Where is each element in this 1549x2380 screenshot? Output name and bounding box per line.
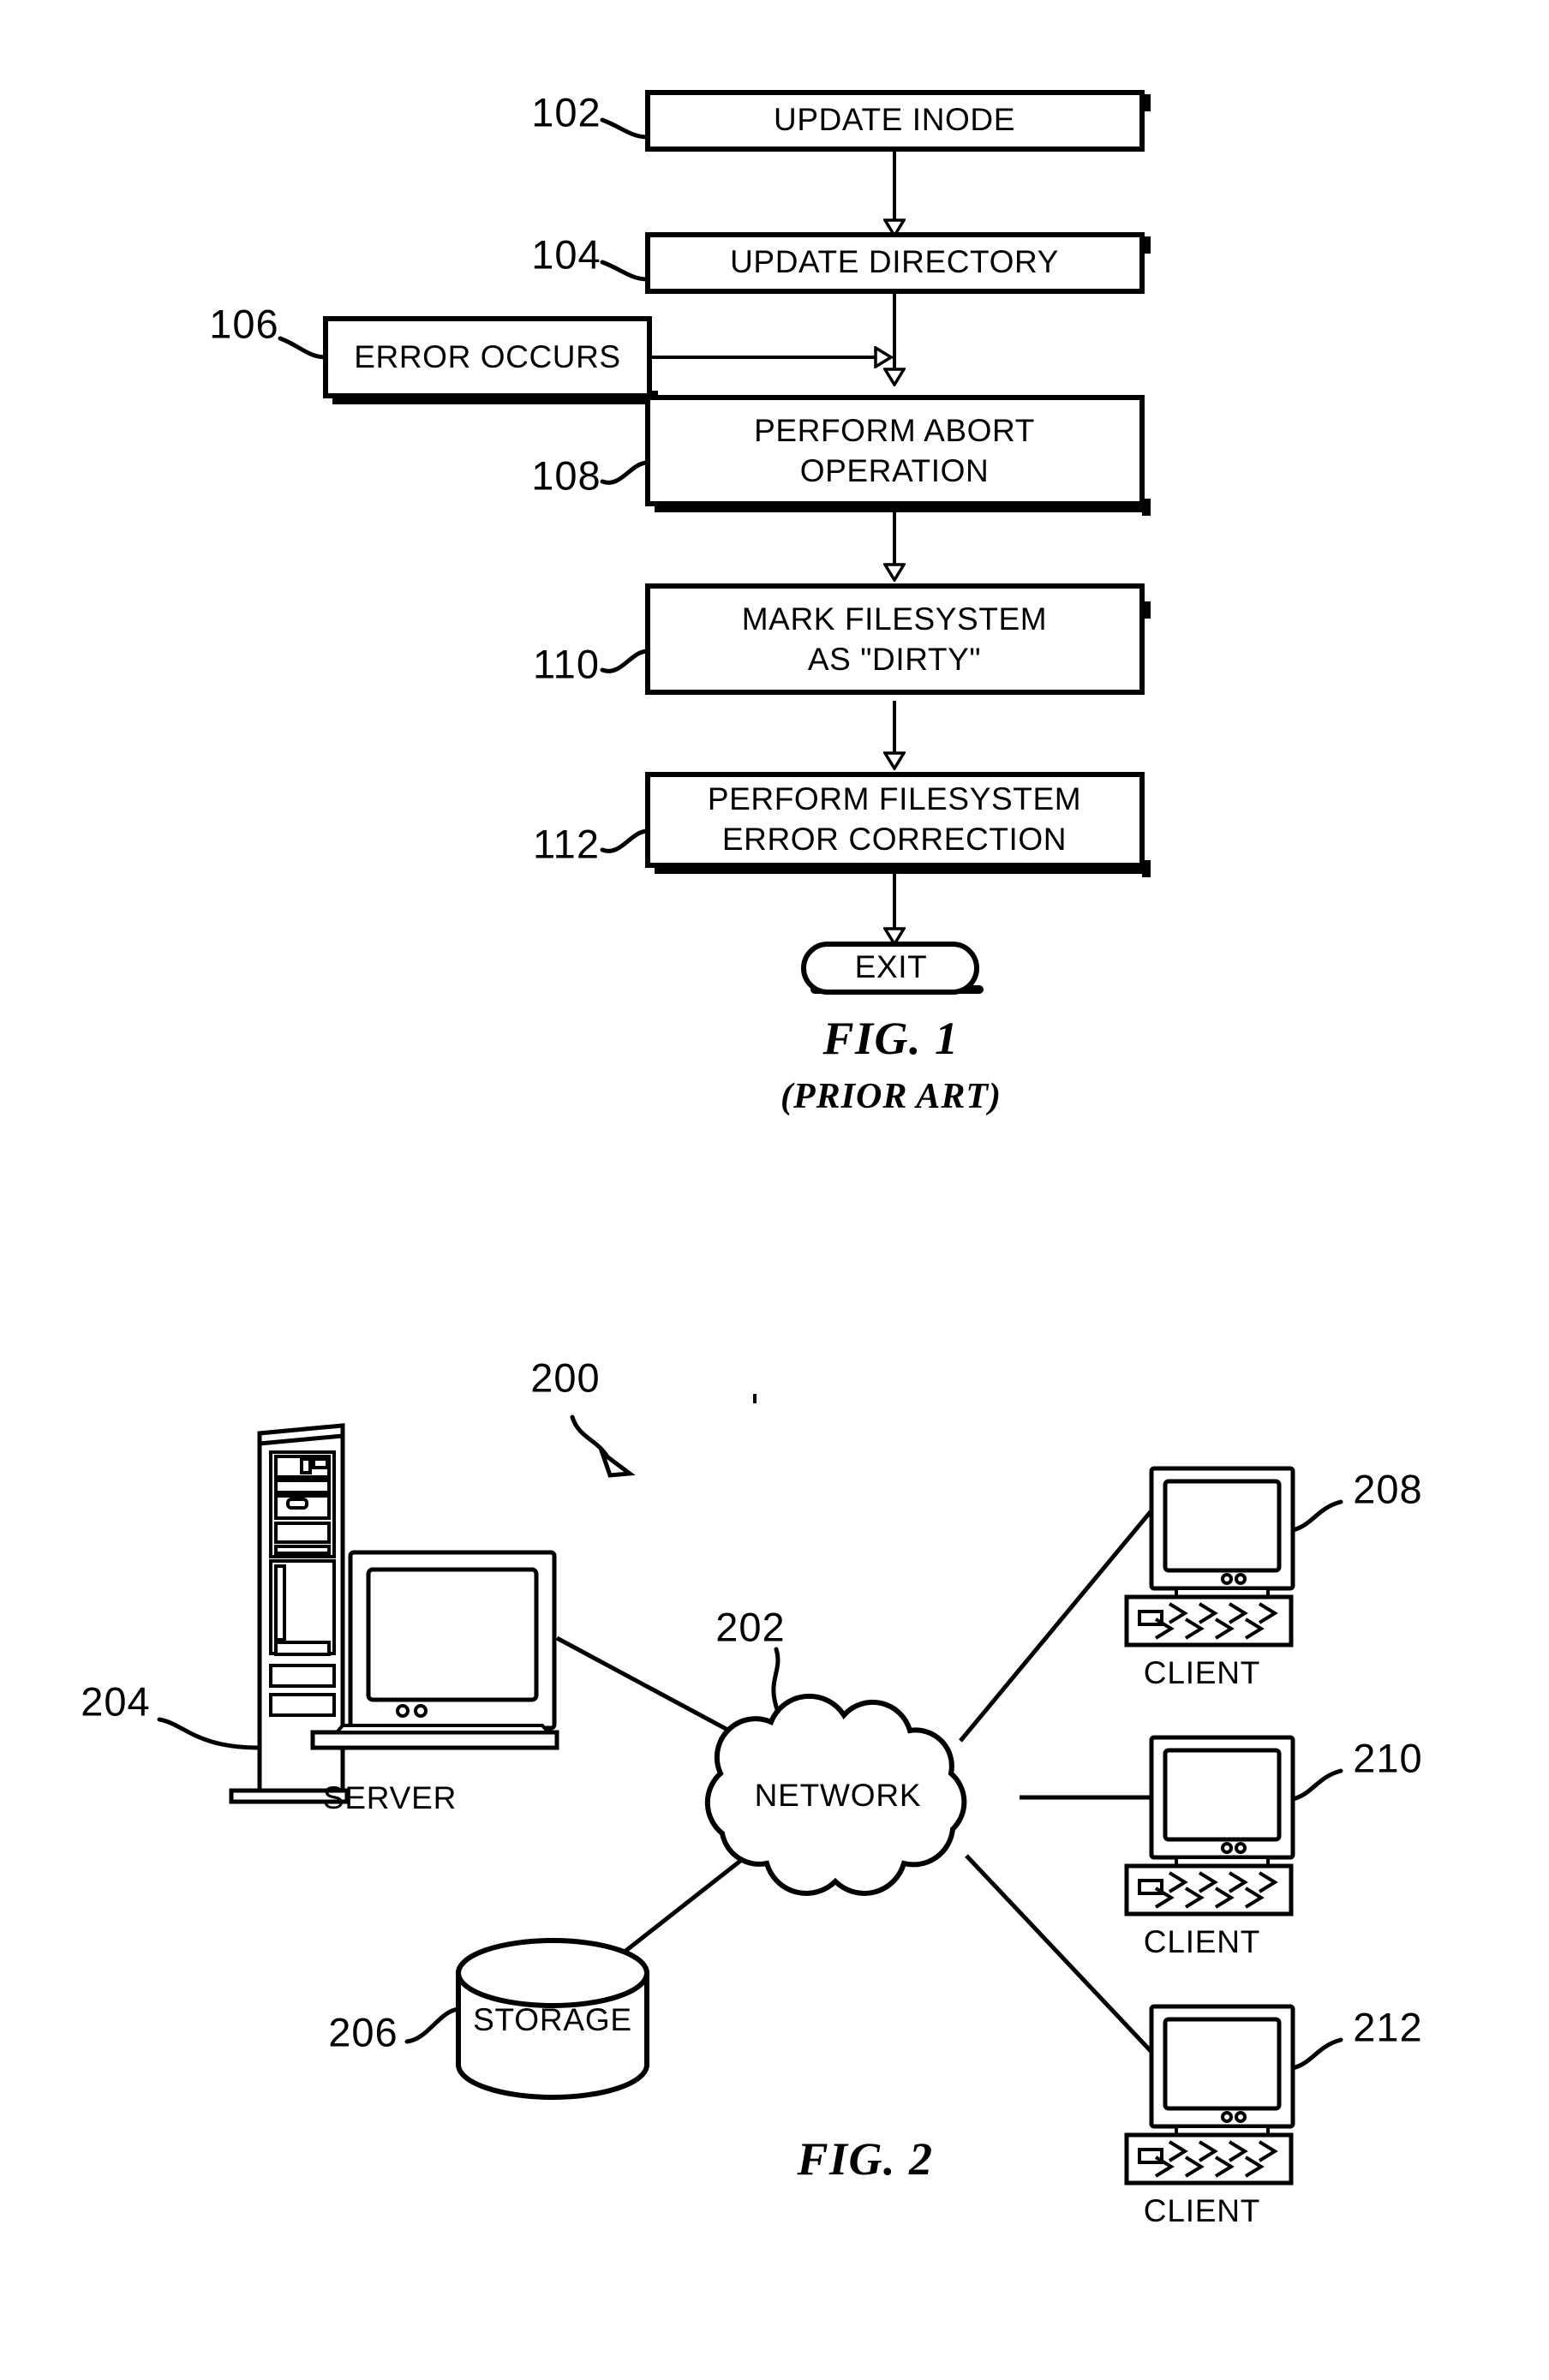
flow-step-110: MARK FILESYSTEM AS "DIRTY" 110 [533,583,1151,695]
node-ref-210-leader [1290,1768,1343,1802]
node-storage-206: STORAGE 206 [328,1938,649,2100]
flow-step-106-label: ERROR OCCURS [354,339,620,374]
client-keyboard-icon [1124,2132,1294,2186]
flow-terminator-exit-label: EXIT [855,949,928,984]
node-network-202: NETWORK 202 [704,1604,967,1896]
node-ref-206: 206 [328,2009,398,2054]
node-server-204-leader [157,1717,262,1750]
flow-ref-102: 102 [531,89,601,135]
node-network-202-label: NETWORK [755,1778,922,1813]
figure-2-caption: FIG. 2 [796,2133,933,2185]
flow-step-110-label-line1: MARK FILESYSTEM [742,601,1047,637]
client-monitor-icon [1149,2004,1295,2137]
flow-step-104: UPDATE DIRECTORY 104 [531,231,1151,294]
flow-step-112: PERFORM FILESYSTEM ERROR CORRECTION 112 [533,772,1151,877]
flow-ref-112: 112 [533,821,600,866]
node-client-208: CLIENT 208 [1124,1466,1422,1690]
node-ref-204: 204 [81,1678,150,1724]
flow-ref-110: 110 [533,641,600,686]
node-server-204: SERVER 204 [81,1423,559,1815]
node-ref-208-leader [1290,1499,1343,1533]
flow-ref-108: 108 [531,452,601,498]
client-keyboard-icon [1124,1594,1294,1647]
node-ref-208: 208 [1353,1466,1422,1511]
flow-step-102: UPDATE INODE 102 [531,89,1151,152]
flow-step-102-label: UPDATE INODE [774,102,1015,137]
client-monitor-icon [1149,1735,1295,1868]
patent-figure-sheet: UPDATE INODE 102 UPDATE DIRECTORY 104 ER… [0,0,1549,2380]
node-client-210-label: CLIENT [1144,1924,1260,1959]
node-ref-210: 210 [1353,1735,1422,1780]
node-storage-206-label: STORAGE [473,2002,632,2037]
flow-ref-106: 106 [209,301,278,346]
flow-step-104-label: UPDATE DIRECTORY [730,244,1059,279]
node-client-212: CLIENT 212 [1124,2004,1422,2228]
figure-1-flowchart: UPDATE INODE 102 UPDATE DIRECTORY 104 ER… [81,89,1422,2228]
flow-step-110-label-line2: AS "DIRTY" [808,642,981,677]
node-client-212-label: CLIENT [1144,2193,1260,2228]
node-client-210: CLIENT 210 [1124,1735,1422,1959]
link-network-client208 [959,1508,1154,1743]
client-keyboard-icon [1124,1863,1294,1917]
node-network-202-leader [771,1647,780,1714]
figure-1-caption: FIG. 1 [822,1013,959,1064]
node-client-208-label: CLIENT [1144,1655,1260,1690]
flow-step-108-label-line1: PERFORM ABORT [754,413,1035,448]
flow-ref-104: 104 [531,231,601,277]
system-ref-200: 200 [530,1354,636,1478]
flow-step-108-label-line2: OPERATION [800,453,990,488]
scan-artifact-tick [753,1394,757,1403]
system-ref-200-number: 200 [530,1354,600,1400]
link-network-client212 [965,1854,1154,2054]
system-ref-200-arrowhead [597,1447,636,1478]
node-server-204-label: SERVER [323,1780,457,1815]
figure-1-subcaption: (PRIOR ART) [780,1077,1002,1116]
node-ref-212-leader [1290,2037,1343,2071]
server-monitor-icon [310,1550,559,1750]
flow-terminator-exit: EXIT [801,942,984,995]
node-ref-202: 202 [715,1604,785,1649]
flow-step-108: PERFORM ABORT OPERATION 108 [531,395,1151,516]
flow-step-112-label-line1: PERFORM FILESYSTEM [708,781,1081,816]
flow-step-106: ERROR OCCURS 106 [209,301,658,408]
node-storage-206-leader [404,2006,461,2044]
flow-step-112-label-line2: ERROR CORRECTION [722,822,1067,857]
node-ref-212: 212 [1353,2004,1422,2049]
client-monitor-icon [1149,1466,1295,1599]
